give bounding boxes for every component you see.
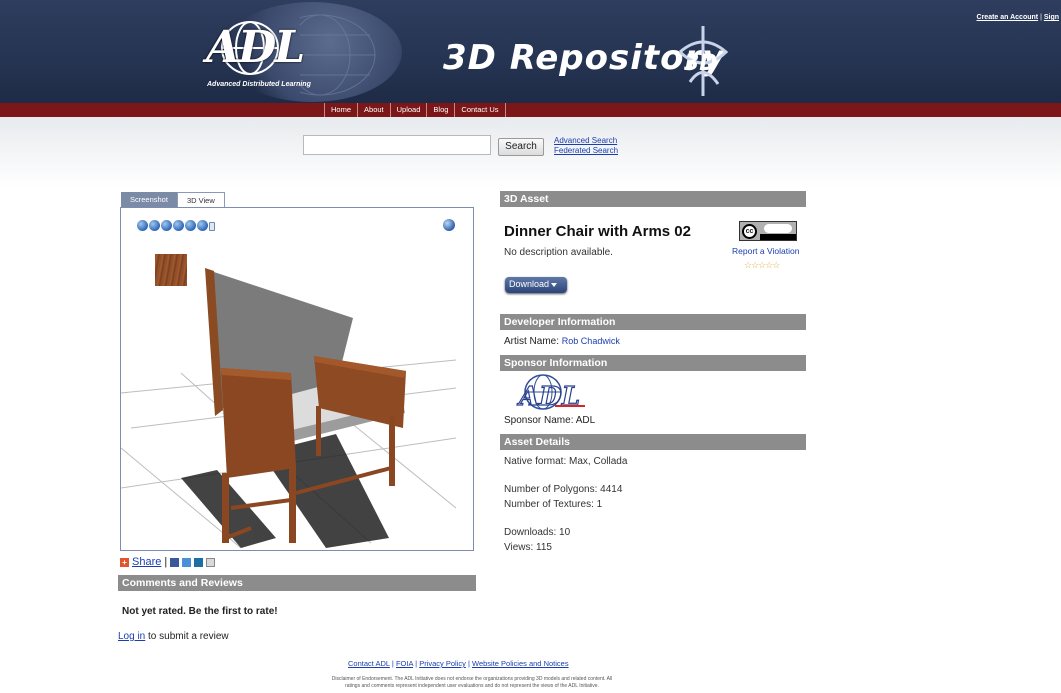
- orbit-icon[interactable]: [137, 220, 148, 231]
- asset-description: No description available.: [504, 247, 613, 258]
- review-prompt: Log in to submit a review: [118, 631, 229, 642]
- tab-3d-view[interactable]: 3D View: [176, 192, 225, 208]
- rotate-icon[interactable]: [185, 220, 196, 231]
- light-icon[interactable]: [197, 220, 208, 231]
- footer-foia-link[interactable]: FOIA: [396, 659, 413, 668]
- download-button[interactable]: Download: [505, 277, 567, 293]
- native-format: Native format: Max, Collada: [504, 456, 628, 467]
- share-link[interactable]: Share: [132, 556, 161, 568]
- artist-label: Artist Name:: [504, 336, 560, 347]
- linkedin-icon[interactable]: [194, 557, 204, 567]
- nav-blog[interactable]: Blog: [426, 103, 454, 117]
- twitter-icon[interactable]: [182, 557, 192, 567]
- rating-message: Not yet rated. Be the first to rate!: [122, 606, 278, 617]
- asset-heading: 3D Asset: [500, 191, 806, 207]
- nav-home[interactable]: Home: [324, 103, 357, 117]
- pan-icon[interactable]: [149, 220, 160, 231]
- tab-screenshot[interactable]: Screenshot: [121, 192, 177, 208]
- sponsor-heading: Sponsor Information: [500, 355, 806, 371]
- comments-heading: Comments and Reviews: [118, 575, 476, 591]
- login-link[interactable]: Log in: [118, 631, 145, 642]
- adl-logo-subtitle: Advanced Distributed Learning: [207, 81, 311, 88]
- site-header: ADL Advanced Distributed Learning 3D Rep…: [0, 0, 1061, 103]
- search-input[interactable]: [303, 135, 491, 155]
- zoom-icon[interactable]: [161, 220, 172, 231]
- search-links: Advanced Search Federated Search: [554, 136, 618, 156]
- texture-thumbnail[interactable]: [155, 254, 187, 286]
- texture-count: Number of Textures: 1: [504, 499, 603, 510]
- federated-search-link[interactable]: Federated Search: [554, 146, 618, 156]
- view-count: Views: 115: [504, 542, 552, 553]
- 3d-viewer[interactable]: [120, 207, 474, 551]
- fly-icon[interactable]: [173, 220, 184, 231]
- by-icon: [764, 224, 792, 233]
- viewer-toolbar: [137, 220, 215, 231]
- help-icon[interactable]: [209, 222, 215, 231]
- details-heading: Asset Details: [500, 434, 806, 450]
- artist-name-link[interactable]: Rob Chadwick: [562, 336, 620, 346]
- cc-icon: cc: [742, 224, 757, 239]
- more-icon[interactable]: [206, 557, 216, 567]
- disclaimer-line-2: ratings and comments represent independe…: [345, 683, 599, 689]
- footer-contact-link[interactable]: Contact ADL: [348, 659, 390, 668]
- sponsor-name: Sponsor Name: ADL: [504, 415, 595, 426]
- 3d-emblem-icon: 3D: [678, 26, 729, 96]
- download-label: Download: [509, 279, 550, 289]
- chevron-down-icon: [551, 282, 558, 287]
- create-account-link[interactable]: Create an Account: [977, 14, 1039, 21]
- sponsor-logo-text: ADL: [516, 382, 580, 412]
- developer-heading: Developer Information: [500, 314, 806, 330]
- share-separator: |: [164, 556, 168, 568]
- account-links: Create an Account | Sign: [976, 14, 1059, 21]
- artist-line: Artist Name: Rob Chadwick: [504, 336, 620, 347]
- fullscreen-icon[interactable]: [443, 219, 455, 231]
- footer-links: Contact ADL | FOIA | Privacy Policy | We…: [348, 659, 569, 668]
- sponsor-value: ADL: [575, 415, 596, 426]
- globe-grid-graphic: [300, 14, 376, 96]
- advanced-search-link[interactable]: Advanced Search: [554, 136, 618, 146]
- disclaimer-line-1: Disclaimer of Endorsement. The ADL Initi…: [331, 676, 613, 682]
- adl-logo-text: ADL: [206, 22, 305, 73]
- sponsor-label: Sponsor Name:: [504, 415, 574, 426]
- download-count: Downloads: 10: [504, 527, 571, 538]
- share-row: + Share |: [120, 556, 216, 568]
- svg-text:3D: 3D: [684, 51, 718, 76]
- viewer-tabs: Screenshot 3D View: [121, 192, 225, 208]
- share-plus-icon[interactable]: +: [120, 557, 129, 567]
- nav-contact[interactable]: Contact Us: [454, 103, 506, 117]
- footer-policies-link[interactable]: Website Policies and Notices: [472, 659, 569, 668]
- rating-stars[interactable]: ☆☆☆☆☆: [744, 260, 780, 271]
- nav-about[interactable]: About: [357, 103, 390, 117]
- review-prompt-text: to submit a review: [145, 631, 229, 642]
- main-nav: Home About Upload Blog Contact Us: [0, 103, 1061, 117]
- search-button[interactable]: Search: [498, 138, 544, 156]
- sign-in-link[interactable]: Sign: [1044, 14, 1059, 21]
- asset-title: Dinner Chair with Arms 02: [504, 223, 691, 240]
- footer-privacy-link[interactable]: Privacy Policy: [419, 659, 466, 668]
- creative-commons-badge[interactable]: cc: [739, 221, 797, 241]
- nav-upload[interactable]: Upload: [389, 103, 427, 117]
- asset-details: Native format: Max, Collada Number of Po…: [504, 454, 627, 555]
- report-violation-link[interactable]: Report a Violation: [732, 246, 799, 256]
- disclaimer: Disclaimer of Endorsement. The ADL Initi…: [262, 676, 682, 690]
- facebook-icon[interactable]: [170, 557, 180, 567]
- sponsor-logo: ADL: [515, 374, 585, 412]
- polygon-count: Number of Polygons: 4414: [504, 484, 623, 495]
